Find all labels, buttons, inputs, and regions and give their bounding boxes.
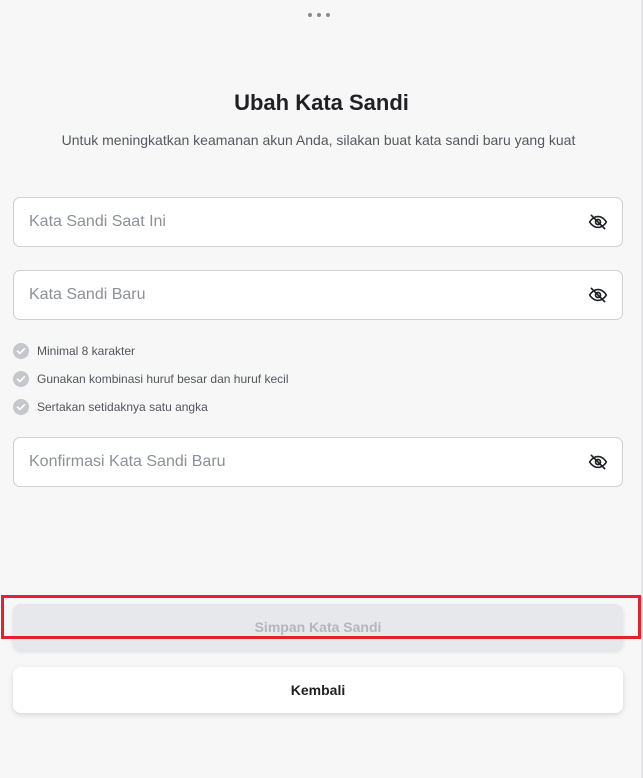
current-password-input[interactable] <box>29 198 569 246</box>
check-circle-icon <box>13 371 29 387</box>
check-circle-icon <box>13 343 29 359</box>
requirement-item: Sertakan setidaknya satu angka <box>13 399 208 415</box>
page-subtitle: Untuk meningkatkan keamanan akun Anda, s… <box>61 132 576 148</box>
eye-off-icon[interactable] <box>588 212 608 232</box>
new-password-field <box>13 270 623 320</box>
highlight-box <box>1 595 641 639</box>
dot <box>317 13 321 17</box>
dot <box>308 13 312 17</box>
requirement-text: Gunakan kombinasi huruf besar dan huruf … <box>37 372 289 386</box>
back-button[interactable]: Kembali <box>13 667 623 713</box>
eye-off-icon[interactable] <box>588 285 608 305</box>
confirm-password-field <box>13 437 623 487</box>
more-dots-icon[interactable] <box>308 10 330 20</box>
requirement-text: Sertakan setidaknya satu angka <box>37 400 208 414</box>
current-password-field <box>13 197 623 247</box>
confirm-password-input[interactable] <box>29 438 569 486</box>
check-circle-icon <box>13 399 29 415</box>
requirement-item: Gunakan kombinasi huruf besar dan huruf … <box>13 371 288 387</box>
requirement-item: Minimal 8 karakter <box>13 343 135 359</box>
requirement-text: Minimal 8 karakter <box>37 344 136 358</box>
page-title: Ubah Kata Sandi <box>234 90 409 115</box>
dot <box>326 13 330 17</box>
new-password-input[interactable] <box>29 271 569 319</box>
eye-off-icon[interactable] <box>588 452 608 472</box>
